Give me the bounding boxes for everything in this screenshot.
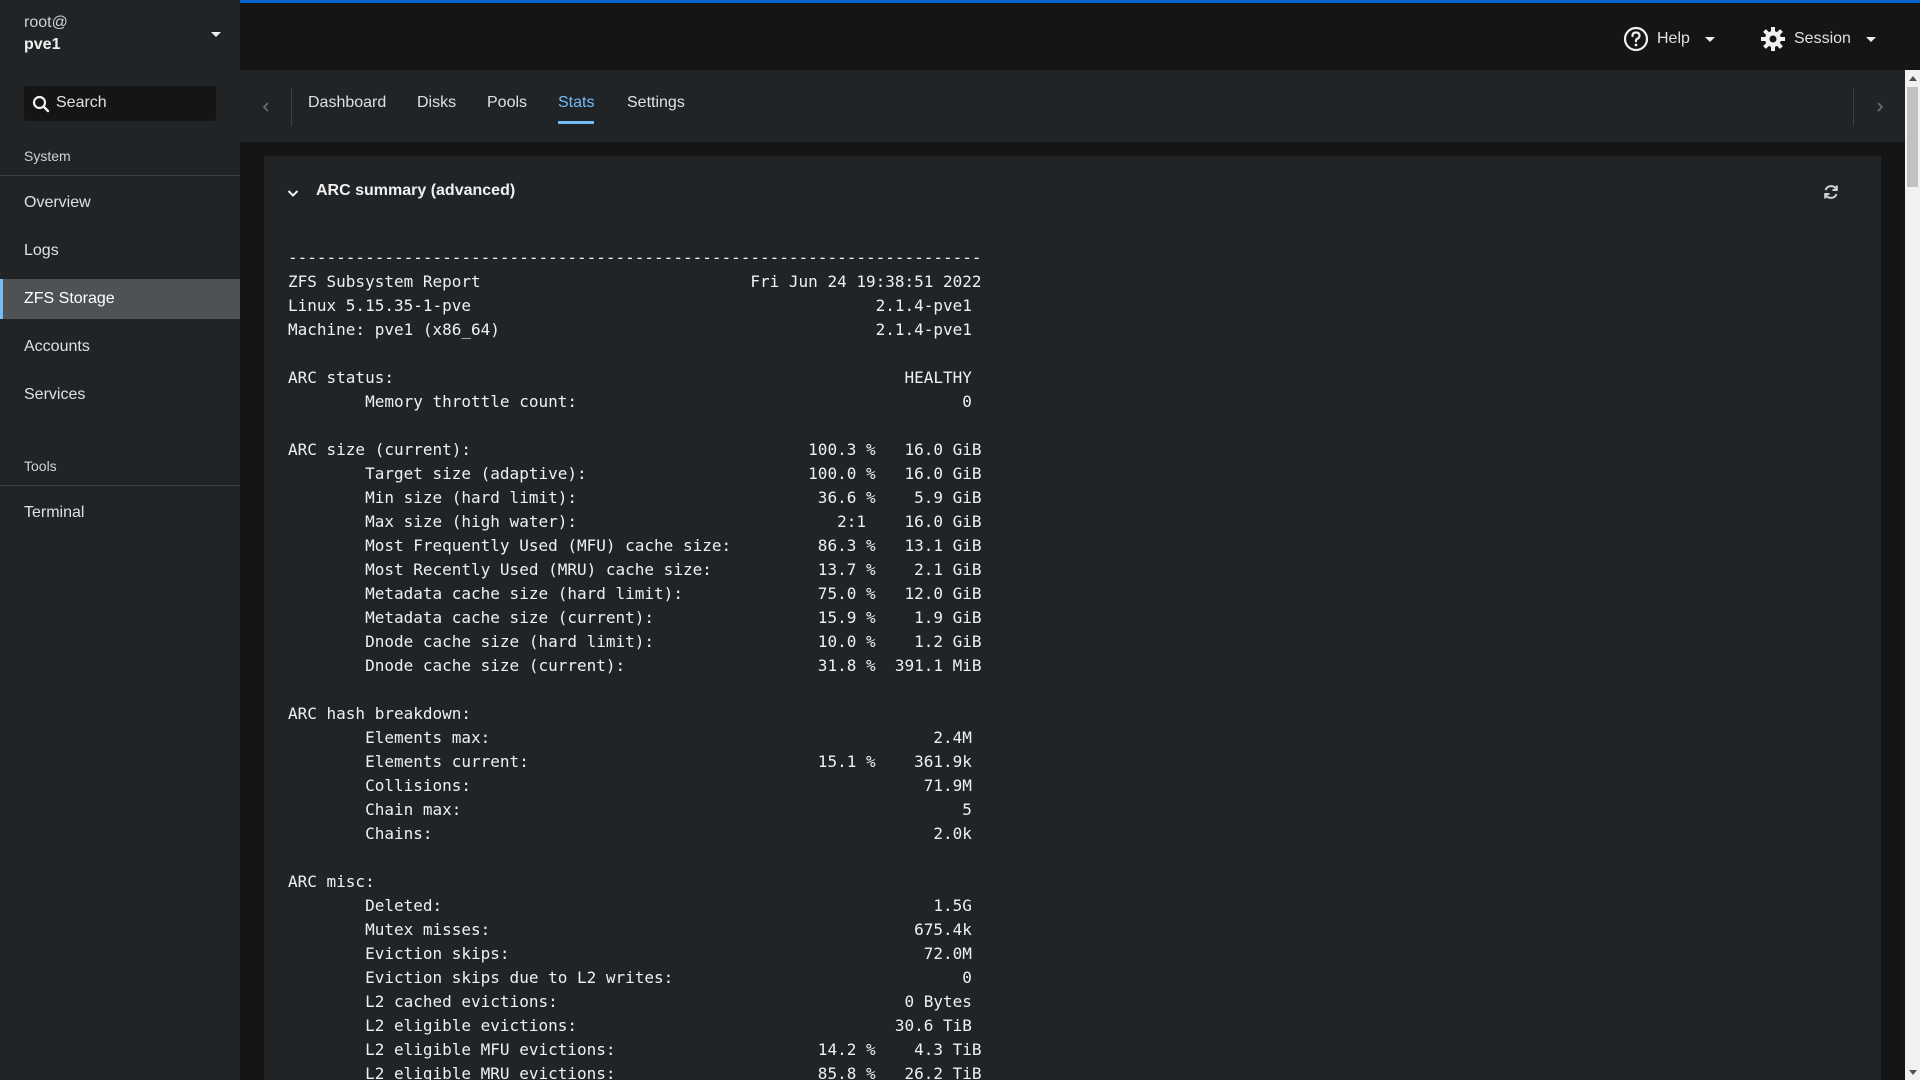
host-user: root@ <box>24 14 68 31</box>
session-menu-button[interactable]: Session <box>1760 25 1885 53</box>
report-line: Dnode cache size (hard limit): 10.0 % 1.… <box>288 632 982 651</box>
tab-bar: Dashboard Disks Pools Stats Settings <box>240 70 1905 142</box>
report-line: Eviction skips due to L2 writes: 0 <box>288 968 972 987</box>
report-line: Eviction skips: 72.0M <box>288 944 972 963</box>
chevron-down-icon[interactable] <box>286 186 300 200</box>
top-bar: Help Session <box>240 0 1920 70</box>
report-line: Metadata cache size (hard limit): 75.0 %… <box>288 584 982 603</box>
card-title[interactable]: ARC summary (advanced) <box>316 182 515 200</box>
search-label: Search <box>56 94 107 111</box>
report-line: Linux 5.15.35-1-pve 2.1.4-pve1 <box>288 296 972 315</box>
host-name: pve1 <box>24 36 61 53</box>
divider <box>0 485 240 486</box>
main-content: ARC summary (advanced) -----------------… <box>240 142 1905 1080</box>
report-line: Chain max: 5 <box>288 800 972 819</box>
tab-pools[interactable]: Pools <box>487 90 527 124</box>
tab-dashboard[interactable]: Dashboard <box>308 90 386 124</box>
scroll-tabs-right-button[interactable] <box>1853 88 1905 126</box>
report-line: ARC misc: <box>288 872 375 891</box>
scroll-tabs-left-button[interactable] <box>240 88 292 126</box>
caret-down-icon[interactable] <box>208 26 224 42</box>
sidebar: root@ pve1 Search System Overview Logs Z… <box>0 0 240 1080</box>
report-line <box>288 678 982 702</box>
sidebar-item-terminal[interactable]: Terminal <box>0 493 240 533</box>
refresh-icon[interactable] <box>1821 182 1841 202</box>
report-line: Metadata cache size (current): 15.9 % 1.… <box>288 608 982 627</box>
report-line: Deleted: 1.5G <box>288 896 972 915</box>
report-line: Chains: 2.0k <box>288 824 972 843</box>
help-icon <box>1623 26 1649 52</box>
report-line: ARC status: HEALTHY <box>288 368 972 387</box>
report-line: ARC hash breakdown: <box>288 704 472 723</box>
report-line: Max size (high water): 2:1 16.0 GiB <box>288 512 982 531</box>
report-line: Dnode cache size (current): 31.8 % 391.1… <box>288 656 982 675</box>
report-line: Elements max: 2.4M <box>288 728 972 747</box>
caret-down-icon <box>1865 37 1876 42</box>
sidebar-item-logs[interactable]: Logs <box>0 231 240 271</box>
divider <box>0 175 240 176</box>
chevron-right-icon <box>1876 102 1883 112</box>
search-box[interactable]: Search <box>24 86 216 121</box>
report-line: ZFS Subsystem Report Fri Jun 24 19:38:51… <box>288 272 982 291</box>
report-line: Memory throttle count: 0 <box>288 392 972 411</box>
report-line <box>288 414 982 438</box>
help-menu-button[interactable]: Help <box>1623 25 1724 53</box>
caret-down-icon <box>1704 37 1715 42</box>
sidebar-item-services[interactable]: Services <box>0 375 240 415</box>
report-line <box>288 342 982 366</box>
search-icon <box>32 95 50 113</box>
report-line: Min size (hard limit): 36.6 % 5.9 GiB <box>288 488 982 507</box>
help-label: Help <box>1657 30 1690 47</box>
scrollbar-thumb[interactable] <box>1907 87 1918 187</box>
report-line: Target size (adaptive): 100.0 % 16.0 GiB <box>288 464 982 483</box>
report-line: L2 eligible MRU evictions: 85.8 % 26.2 T… <box>288 1064 982 1080</box>
triangle-up-icon <box>1908 75 1917 81</box>
report-line: Collisions: 71.9M <box>288 776 972 795</box>
sidebar-item-accounts[interactable]: Accounts <box>0 327 240 367</box>
report-line: Machine: pve1 (x86_64) 2.1.4-pve1 <box>288 320 972 339</box>
report-line: ----------------------------------------… <box>288 248 982 267</box>
section-label-system: System <box>24 148 71 164</box>
host-switcher[interactable]: root@ pve1 <box>24 12 68 56</box>
triangle-down-icon <box>1908 1069 1917 1075</box>
report-line: ARC size (current): 100.3 % 16.0 GiB <box>288 440 982 459</box>
report-line: Mutex misses: 675.4k <box>288 920 972 939</box>
report-line <box>288 846 982 870</box>
page-scrollbar[interactable] <box>1905 70 1920 1080</box>
gear-icon <box>1761 27 1785 51</box>
session-label: Session <box>1794 30 1851 47</box>
section-label-tools: Tools <box>24 458 57 474</box>
report-line: Elements current: 15.1 % 361.9k <box>288 752 972 771</box>
report-line: Most Recently Used (MRU) cache size: 13.… <box>288 560 982 579</box>
sidebar-item-zfs-storage[interactable]: ZFS Storage <box>0 279 240 319</box>
scroll-up-button[interactable] <box>1905 70 1920 85</box>
chevron-left-icon <box>262 102 269 112</box>
arc-summary-card: ARC summary (advanced) -----------------… <box>264 156 1881 1080</box>
sidebar-item-overview[interactable]: Overview <box>0 183 240 223</box>
report-line: L2 eligible evictions: 30.6 TiB <box>288 1016 972 1035</box>
report-line: Most Frequently Used (MFU) cache size: 8… <box>288 536 982 555</box>
tab-disks[interactable]: Disks <box>417 90 456 124</box>
report-line: L2 eligible MFU evictions: 14.2 % 4.3 Ti… <box>288 1040 982 1059</box>
scroll-down-button[interactable] <box>1905 1065 1920 1080</box>
report-line: L2 cached evictions: 0 Bytes <box>288 992 972 1011</box>
arc-summary-report: ----------------------------------------… <box>288 246 982 1080</box>
tab-settings[interactable]: Settings <box>627 90 685 124</box>
tab-stats[interactable]: Stats <box>558 90 595 124</box>
